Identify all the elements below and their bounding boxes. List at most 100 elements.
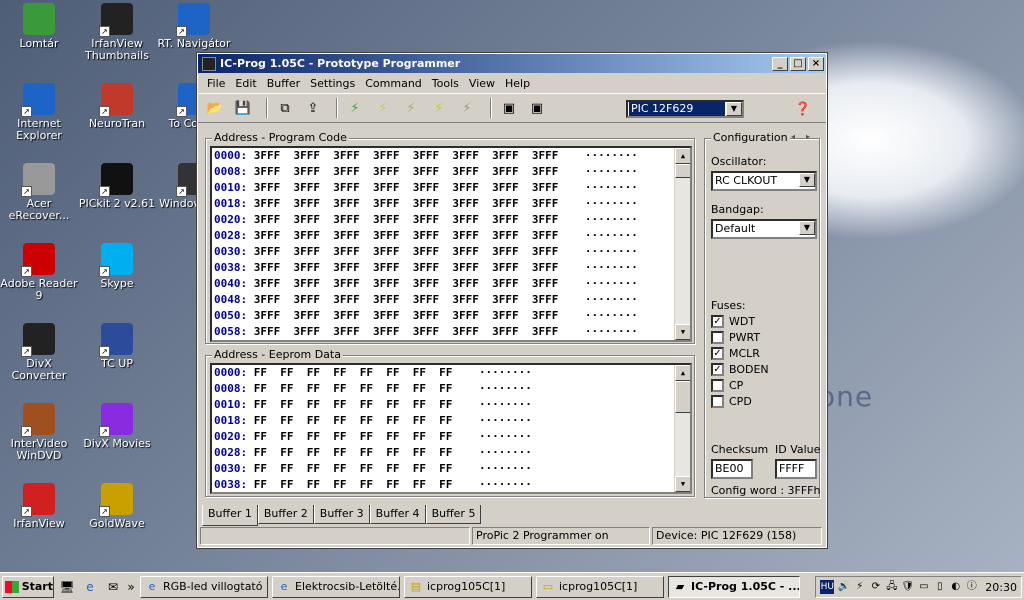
hex-row[interactable]: 0000: FF FF FF FF FF FF FF FF ········ [212, 365, 690, 381]
menu-tools[interactable]: Tools [427, 77, 464, 90]
desktop-icon[interactable]: ↗ NeuroTran [78, 83, 156, 130]
monitor-icon[interactable]: ▭ [917, 580, 930, 594]
menu-view[interactable]: View [464, 77, 500, 90]
desktop-icon[interactable]: ↗ Adobe Reader 9 [0, 243, 78, 302]
menu-file[interactable]: File [202, 77, 230, 90]
language-indicator[interactable]: HU [820, 580, 835, 594]
taskbar-button-rgb[interactable]: e RGB-led villogtató ... [140, 575, 268, 598]
desktop-icon[interactable]: ↗ DivX Movies [78, 403, 156, 450]
scroll-down-button[interactable]: ▼ [675, 476, 690, 492]
fuse-checkbox-mclr[interactable]: ✓ MCLR [711, 347, 760, 360]
verify-device-icon[interactable]: ⚡ [428, 97, 450, 119]
blank-check-icon[interactable]: ⚡ [456, 97, 478, 119]
menu-edit[interactable]: Edit [230, 77, 261, 90]
open-file-icon[interactable]: 📂 [204, 97, 226, 119]
info-icon[interactable]: ⓘ [965, 580, 978, 594]
assembler-view-icon[interactable]: ▣ [498, 97, 520, 119]
taskbar-button-icprog-window[interactable]: ▰ IC-Prog 1.05C - ... [668, 575, 800, 598]
hex-row[interactable]: 0010: 3FFF 3FFF 3FFF 3FFF 3FFF 3FFF 3FFF… [212, 180, 690, 196]
checkbox-box[interactable]: ✓ [711, 347, 724, 360]
hex-row[interactable]: 0018: FF FF FF FF FF FF FF FF ········ [212, 413, 690, 429]
desktop-icon[interactable]: ↗ InterVideo WinDVD [0, 403, 78, 462]
bandgap-select[interactable]: Default ▼ [711, 219, 817, 239]
menu-settings[interactable]: Settings [305, 77, 360, 90]
update-icon[interactable]: ◐ [949, 580, 962, 594]
desktop-icon[interactable]: ↗ IrfanView [0, 483, 78, 530]
close-button[interactable]: × [808, 56, 824, 71]
hex-row[interactable]: 0038: 3FFF 3FFF 3FFF 3FFF 3FFF 3FFF 3FFF… [212, 260, 690, 276]
taskbar-button-elektrocsib[interactable]: e Elektrocsib-Letölté... [272, 575, 400, 598]
fuse-checkbox-cpd[interactable]: CPD [711, 395, 752, 408]
hex-row[interactable]: 0000: 3FFF 3FFF 3FFF 3FFF 3FFF 3FFF 3FFF… [212, 148, 690, 164]
scroll-thumb[interactable] [675, 381, 690, 413]
fuse-checkbox-cp[interactable]: CP [711, 379, 743, 392]
device-select[interactable]: PIC 12F629 ▼ [626, 100, 744, 118]
checkbox-box[interactable] [711, 331, 724, 344]
hex-row[interactable]: 0050: 3FFF 3FFF 3FFF 3FFF 3FFF 3FFF 3FFF… [212, 308, 690, 324]
window-titlebar[interactable]: IC-Prog 1.05C - Prototype Programmer _ □… [198, 54, 826, 73]
fuse-checkbox-pwrt[interactable]: PWRT [711, 331, 760, 344]
hex-row[interactable]: 0058: 3FFF 3FFF 3FFF 3FFF 3FFF 3FFF 3FFF… [212, 324, 690, 340]
network-icon[interactable]: 🖧 [885, 580, 898, 594]
desktop-icon[interactable]: ↗ TC UP [78, 323, 156, 370]
program-device-icon[interactable]: ⚡ [372, 97, 394, 119]
desktop-icon[interactable]: ↗ PICkit 2 v2.61 [78, 163, 156, 210]
show-desktop-icon[interactable]: 🖥 [57, 578, 77, 596]
id-value-field[interactable]: FFFF [775, 459, 817, 479]
taskbar-button-icprog-folder[interactable]: ▭ icprog105C[1] [536, 575, 664, 598]
checkbox-box[interactable] [711, 395, 724, 408]
tab-buffer-3[interactable]: Buffer 3 [313, 505, 370, 524]
internet-explorer-icon[interactable]: e [80, 578, 100, 596]
help-icon[interactable]: ❓ [792, 98, 814, 120]
read-device-icon[interactable]: ⚡ [344, 97, 366, 119]
desktop-icon[interactable]: ↗ GoldWave [78, 483, 156, 530]
hex-row[interactable]: 0010: FF FF FF FF FF FF FF FF ········ [212, 397, 690, 413]
scroll-up-button[interactable]: ▲ [675, 365, 690, 381]
maximize-button[interactable]: □ [790, 56, 806, 71]
sync-icon[interactable]: ⟳ [869, 580, 882, 594]
scroll-up-button[interactable]: ▲ [675, 148, 690, 164]
power-icon[interactable]: ⚡ [853, 580, 866, 594]
hex-row[interactable]: 0038: FF FF FF FF FF FF FF FF ········ [212, 477, 690, 492]
config-scroll-right-icon[interactable]: ▸ [806, 132, 810, 141]
eeprom-pane[interactable]: 0000: FF FF FF FF FF FF FF FF ········ 00… [210, 363, 692, 494]
checkbox-box[interactable]: ✓ [711, 315, 724, 328]
config-scroll-left-icon[interactable]: ◂ [791, 132, 795, 141]
chevron-down-icon[interactable]: ▼ [799, 221, 815, 235]
checksum-field[interactable]: BE00 [711, 459, 753, 479]
menu-buffer[interactable]: Buffer [262, 77, 305, 90]
hex-row[interactable]: 0028: 3FFF 3FFF 3FFF 3FFF 3FFF 3FFF 3FFF… [212, 228, 690, 244]
checkbox-box[interactable] [711, 379, 724, 392]
desktop-icon[interactable]: ↗ RT. Navigátor [155, 3, 233, 50]
taskbar-button-icprog-zip[interactable]: ▤ icprog105C[1] [404, 575, 532, 598]
chevron-down-icon[interactable]: ▼ [726, 102, 742, 116]
tab-buffer-2[interactable]: Buffer 2 [257, 505, 314, 524]
save-icon[interactable]: 💾 [232, 97, 254, 119]
tab-buffer-5[interactable]: Buffer 5 [425, 505, 482, 524]
export-icon[interactable]: ⇪ [302, 97, 324, 119]
menu-help[interactable]: Help [500, 77, 535, 90]
hex-row[interactable]: 0008: FF FF FF FF FF FF FF FF ········ [212, 381, 690, 397]
hex-row[interactable]: 0020: FF FF FF FF FF FF FF FF ········ [212, 429, 690, 445]
desktop-icon[interactable]: ↗ Acer eRecover... [0, 163, 78, 222]
program-code-scrollbar[interactable]: ▲ ▼ [674, 148, 690, 340]
hex-row[interactable]: 0030: FF FF FF FF FF FF FF FF ········ [212, 461, 690, 477]
mail-icon[interactable]: ✉ [103, 578, 123, 596]
eeprom-scrollbar[interactable]: ▲ ▼ [674, 365, 690, 492]
desktop-icon[interactable]: ↗ IrfanView Thumbnails [78, 3, 156, 62]
minimize-button[interactable]: _ [772, 56, 788, 71]
volume-icon[interactable]: 🔊 [837, 580, 850, 594]
hex-row[interactable]: 0008: 3FFF 3FFF 3FFF 3FFF 3FFF 3FFF 3FFF… [212, 164, 690, 180]
fuse-checkbox-wdt[interactable]: ✓ WDT [711, 315, 755, 328]
tab-buffer-1[interactable]: Buffer 1 [202, 505, 258, 526]
battery-icon[interactable]: ▯ [933, 580, 946, 594]
hex-row[interactable]: 0028: FF FF FF FF FF FF FF FF ········ [212, 445, 690, 461]
hex-view-icon[interactable]: ▣ [526, 97, 548, 119]
buffer-icon[interactable]: ⧉ [274, 97, 296, 119]
chevron-down-icon[interactable]: ▼ [799, 173, 815, 187]
desktop-icon[interactable]: ↗ DivX Converter [0, 323, 78, 382]
tab-buffer-4[interactable]: Buffer 4 [369, 505, 426, 524]
desktop-icon[interactable]: ↗ Skype [78, 243, 156, 290]
scroll-down-button[interactable]: ▼ [675, 324, 690, 340]
hex-row[interactable]: 0030: 3FFF 3FFF 3FFF 3FFF 3FFF 3FFF 3FFF… [212, 244, 690, 260]
